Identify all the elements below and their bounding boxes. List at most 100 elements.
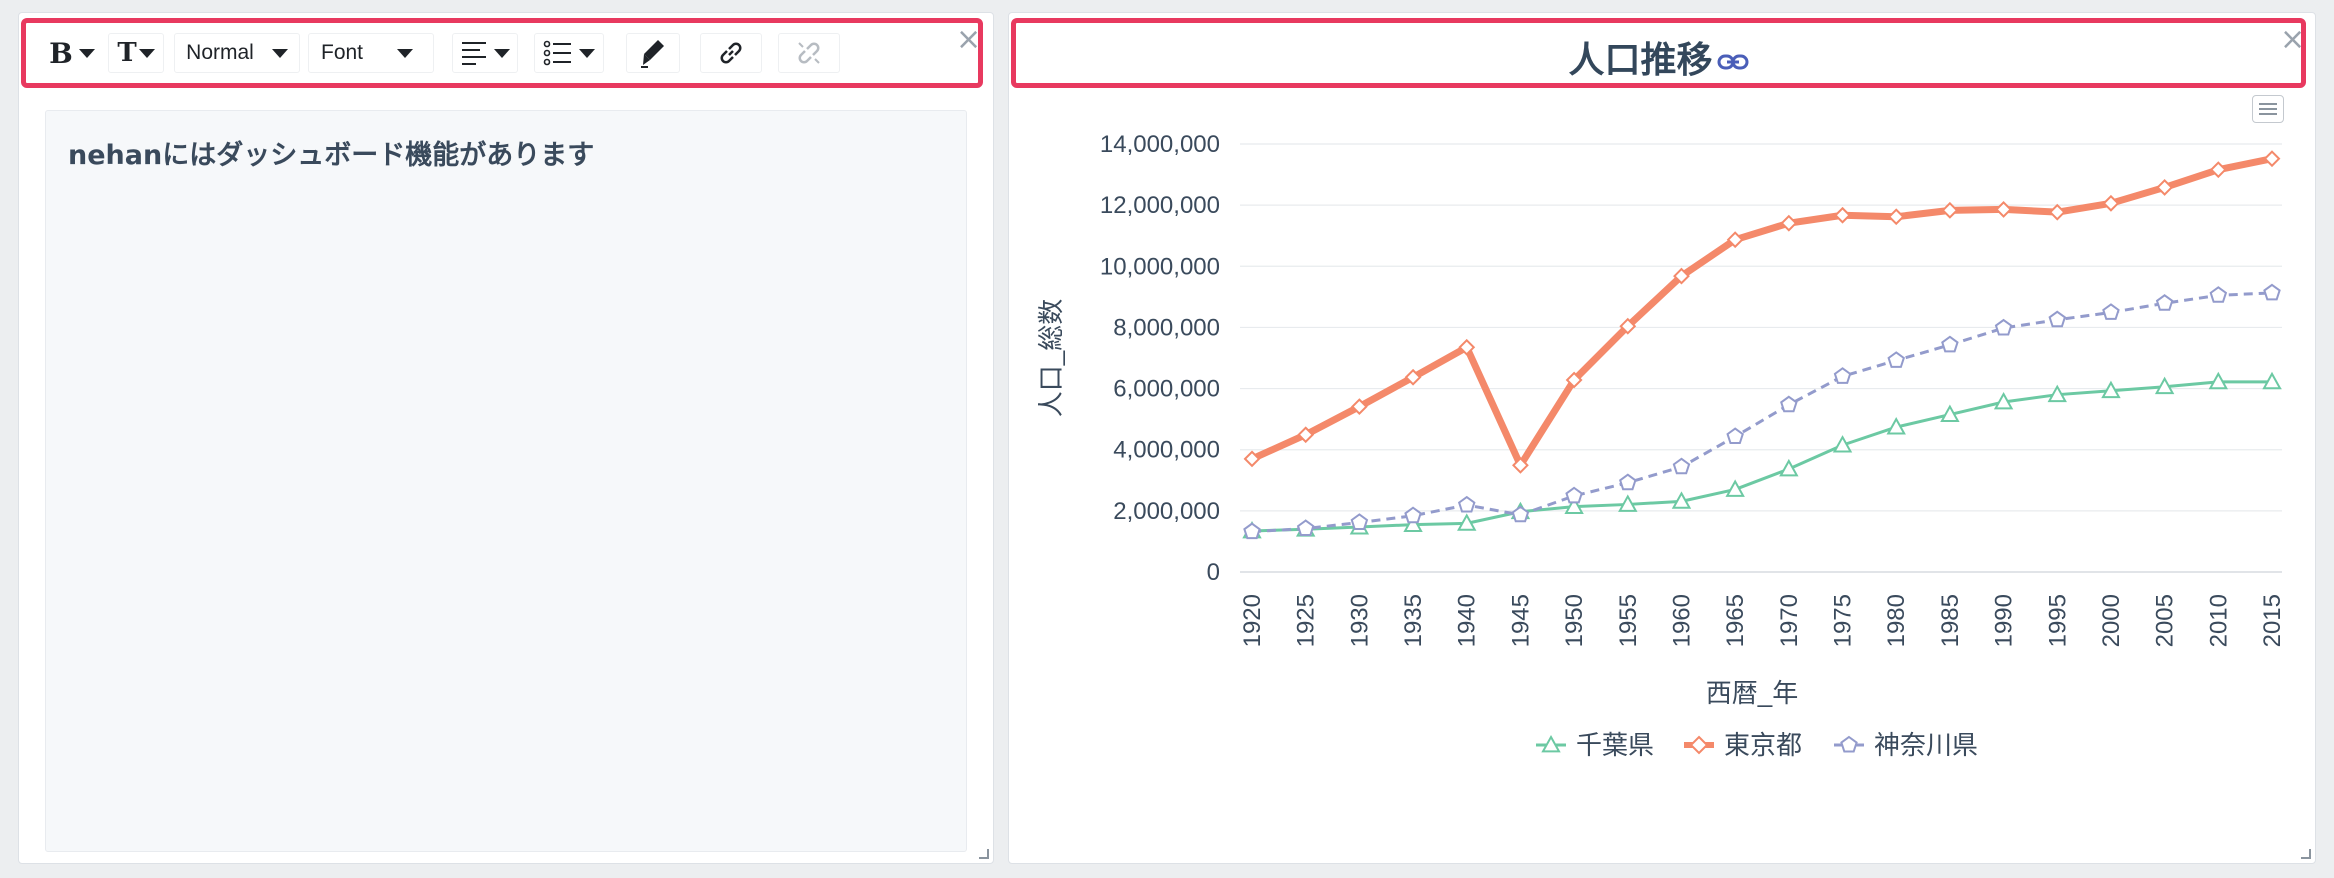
align-dropdown[interactable] (452, 33, 518, 73)
y-tick-label: 0 (1207, 559, 1220, 586)
diamond-marker (1565, 371, 1583, 389)
y-tick-label: 14,000,000 (1100, 131, 1220, 158)
menu-icon-line (2259, 113, 2277, 115)
x-tick-label: 1985 (1937, 594, 1964, 647)
triangle-marker (2154, 376, 2175, 395)
legend-label: 千葉県 (1576, 730, 1654, 760)
y-tick-label: 10,000,000 (1100, 253, 1220, 280)
link-icon[interactable] (1717, 52, 1749, 72)
chevron-down-icon (78, 48, 95, 58)
pentagon-marker (1565, 486, 1583, 504)
close-icon[interactable]: × (2280, 25, 2305, 55)
chart-title: 人口推移 (1016, 31, 2301, 83)
triangle-marker (2208, 371, 2229, 390)
insert-link-button[interactable] (700, 33, 762, 73)
pentagon-marker (1672, 457, 1691, 475)
triangle-marker (1886, 417, 1906, 435)
resize-handle[interactable] (2301, 849, 2311, 859)
y-tick-label: 8,000,000 (1113, 314, 1220, 341)
triangle-marker (2101, 380, 2121, 399)
pentagon-marker (2048, 310, 2067, 328)
pentagon-marker (1457, 495, 1476, 513)
close-icon[interactable]: × (956, 25, 981, 55)
series-line (1251, 291, 2273, 534)
triangle-marker (1940, 404, 1960, 422)
pentagon-marker (2263, 283, 2281, 301)
triangle-marker (2262, 371, 2282, 390)
diamond-marker (1834, 206, 1851, 224)
y-tick-label: 2,000,000 (1113, 498, 1220, 525)
chart-title-text: 人口推移 (1568, 40, 1713, 81)
x-tick-label: 1955 (1615, 594, 1642, 647)
chevron-down-icon (494, 48, 510, 58)
diamond-marker (2102, 194, 2120, 212)
rich-text-editor[interactable]: nehanにはダッシュボード機能があります (45, 110, 967, 852)
list-dropdown[interactable] (534, 33, 604, 73)
diamond-marker (1689, 735, 1709, 755)
diamond-marker (1887, 208, 1905, 226)
chevron-down-icon (271, 48, 288, 58)
triangle-marker (1541, 734, 1561, 753)
chart-menu-button[interactable] (2252, 95, 2284, 123)
line-chart: 0 2,000,000 4,000,000 6,000,000 8,000,000 10,… (1036, 131, 2286, 760)
chevron-down-icon (397, 48, 414, 58)
paragraph-style-value: Normal (186, 41, 254, 64)
pentagon-marker (1619, 473, 1637, 491)
resize-handle[interactable] (979, 849, 989, 859)
chart-title-bar: 人口推移 × (1011, 18, 2306, 88)
pentagon-marker (1833, 367, 1852, 384)
triangle-marker (1779, 458, 1799, 477)
diamond-marker (1243, 450, 1261, 468)
series-line (1250, 155, 2273, 469)
font-value: Font (321, 41, 364, 64)
paragraph-style-dropdown[interactable]: Normal (174, 33, 300, 73)
triangle-marker (1671, 491, 1692, 509)
pen-icon (641, 40, 664, 68)
x-tick-label: 1990 (1991, 594, 2018, 647)
pentagon-marker (2209, 286, 2228, 303)
text-color-button[interactable] (626, 33, 680, 73)
pentagon-marker (1350, 513, 1369, 530)
diamond-marker (1350, 398, 1368, 416)
x-tick-label: 1925 (1293, 594, 1320, 647)
x-axis-title: 西暦_年 (1706, 678, 1798, 708)
triangle-marker (1403, 514, 1423, 533)
chevron-down-icon (138, 48, 155, 58)
bold-button[interactable]: B (46, 33, 98, 73)
remove-link-button[interactable] (778, 33, 840, 73)
x-tick-label: 2000 (2098, 594, 2125, 647)
diamond-marker (2209, 161, 2227, 179)
bold-icon: B (49, 36, 73, 70)
x-tick-label: 1995 (2044, 594, 2071, 647)
x-tick-label: 1940 (1454, 594, 1481, 647)
y-tick-label: 12,000,000 (1100, 192, 1220, 219)
text-size-button[interactable]: T (108, 33, 164, 73)
triangle-marker (1832, 435, 1853, 453)
list-icon (543, 40, 571, 66)
x-tick-label: 1960 (1668, 594, 1695, 647)
pentagon-marker (1887, 351, 1905, 368)
y-tick-label: 4,000,000 (1113, 437, 1220, 464)
triangle-marker (2047, 384, 2067, 403)
align-icon (462, 42, 486, 65)
triangle-marker (1242, 520, 1262, 539)
x-tick-label: 2015 (2259, 594, 2286, 647)
triangle-marker (1510, 501, 1531, 520)
unlink-icon (798, 42, 820, 64)
triangle-marker (1993, 391, 2014, 410)
triangle-marker (1725, 479, 1745, 497)
x-tick-label: 1945 (1507, 594, 1534, 647)
text-size-icon: T (117, 38, 137, 68)
x-tick-label: 1950 (1561, 594, 1588, 647)
diamond-marker (1726, 231, 1744, 249)
pentagon-marker (1726, 427, 1744, 445)
pentagon-marker (1941, 335, 1959, 353)
pentagon-marker (1994, 318, 2013, 336)
menu-icon-line (2259, 108, 2277, 110)
diamond-marker (1673, 267, 1690, 285)
font-dropdown[interactable]: Font (308, 33, 434, 73)
diamond-marker (1780, 214, 1798, 232)
diamond-marker (2263, 150, 2281, 168)
diamond-marker (1458, 338, 1476, 356)
diamond-marker (2156, 178, 2174, 196)
